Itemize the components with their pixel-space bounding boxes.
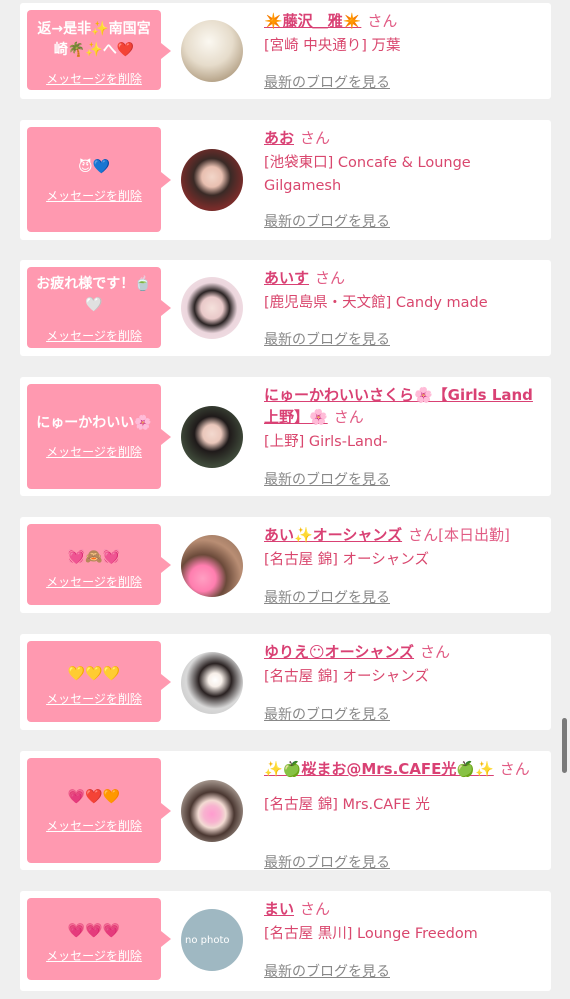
latest-blog-link[interactable]: 最新のブログを見る bbox=[264, 961, 390, 981]
delete-message-link[interactable]: メッセージを削除 bbox=[31, 574, 157, 590]
profile-info: あいす さん [鹿児島県・天文館] Candy made 最新のブログを見る bbox=[264, 267, 543, 348]
profile-info: あい✨オーシャンズ さん[本日出勤] [名古屋 錦] オーシャンズ 最新のブログを… bbox=[264, 524, 543, 606]
shop-name: [池袋東口] Concafe & Lounge Gilgamesh bbox=[264, 155, 471, 194]
cast-name-link[interactable]: あお bbox=[264, 129, 294, 147]
shop-name: [名古屋 錦] Mrs.CAFE 光 bbox=[264, 797, 430, 813]
no-photo-avatar[interactable]: no photo bbox=[181, 909, 243, 971]
message-text: 💗❤️🧡 bbox=[67, 788, 121, 805]
message-bubble: 💛💛💛 メッセージを削除 bbox=[27, 641, 161, 722]
delete-message-link[interactable]: メッセージを削除 bbox=[31, 691, 157, 707]
message-text: 💛💛💛 bbox=[67, 665, 121, 682]
delete-message-link[interactable]: メッセージを削除 bbox=[31, 328, 157, 344]
cast-name-link[interactable]: あい✨オーシャンズ bbox=[264, 526, 402, 544]
bubble-tail bbox=[161, 557, 171, 573]
message-bubble: 返→是非✨南国宮崎🌴✨へ❤️ メッセージを削除 bbox=[27, 10, 161, 90]
message-card: お疲れ様です！🍵🤍 メッセージを削除 あいす さん [鹿児島県・天文館] Cand… bbox=[20, 260, 551, 356]
profile-info: にゅーかわいいさくら🌸【Girls Land上野】🌸 さん [上野] Girls-… bbox=[264, 384, 543, 488]
scrollbar[interactable] bbox=[562, 718, 567, 773]
delete-message-link[interactable]: メッセージを削除 bbox=[31, 444, 157, 460]
delete-message-link[interactable]: メッセージを削除 bbox=[31, 818, 157, 834]
girl-photo-avatar[interactable] bbox=[181, 149, 243, 211]
girl-photo-avatar[interactable] bbox=[181, 780, 243, 842]
message-bubble: 💗❤️🧡 メッセージを削除 bbox=[27, 758, 161, 863]
blurred-photo-avatar[interactable] bbox=[181, 20, 243, 82]
message-card: 💗💗💗 メッセージを削除 no photo まい さん [名古屋 黒川] Loun… bbox=[20, 891, 551, 991]
shop-name: [名古屋 錦] オーシャンズ bbox=[264, 669, 429, 685]
cast-name-link[interactable]: ✴️藤沢＿雅✴️ bbox=[264, 12, 361, 30]
cast-name-link[interactable]: あいす bbox=[264, 269, 309, 287]
bubble-tail bbox=[161, 931, 171, 947]
latest-blog-link[interactable]: 最新のブログを見る bbox=[264, 469, 390, 489]
girl-photo-avatar[interactable] bbox=[181, 535, 243, 597]
message-card: 返→是非✨南国宮崎🌴✨へ❤️ メッセージを削除 ✴️藤沢＿雅✴️ さん [宮崎 中… bbox=[20, 3, 551, 99]
message-card: にゅーかわいい🌸 メッセージを削除 にゅーかわいいさくら🌸【Girls Land… bbox=[20, 377, 551, 496]
message-text: 💗💗💗 bbox=[67, 922, 121, 939]
profile-info: ゆりえ😶オーシャンズ さん [名古屋 錦] オーシャンズ 最新のブログを見る bbox=[264, 641, 543, 723]
shop-name: [宮崎 中央通り] 万葉 bbox=[264, 38, 401, 54]
honorific: さん bbox=[315, 269, 346, 287]
message-card: 😈💙 メッセージを削除 あお さん [池袋東口] Concafe & Lounge… bbox=[20, 120, 551, 240]
profile-info: ✴️藤沢＿雅✴️ さん [宮崎 中央通り] 万葉 最新のブログを見る bbox=[264, 10, 543, 91]
latest-blog-link[interactable]: 最新のブログを見る bbox=[264, 329, 390, 349]
latest-blog-link[interactable]: 最新のブログを見る bbox=[264, 587, 390, 607]
latest-blog-link[interactable]: 最新のブログを見る bbox=[264, 852, 390, 872]
message-text: 😈💙 bbox=[77, 158, 111, 175]
shop-name: [名古屋 錦] オーシャンズ bbox=[264, 552, 429, 568]
message-text: お疲れ様です！🍵🤍 bbox=[36, 276, 152, 313]
honorific: さん bbox=[408, 526, 439, 544]
message-card: 💗❤️🧡 メッセージを削除 ✨🍏桜まお@Mrs.CAFE光🍏✨ さん [名古屋 錦… bbox=[20, 751, 551, 871]
no-photo-label: no photo bbox=[185, 934, 230, 946]
message-card: 💛💛💛 メッセージを削除 ゆりえ😶オーシャンズ さん [名古屋 錦] オーシャンズ… bbox=[20, 634, 551, 730]
bubble-tail bbox=[161, 300, 171, 316]
shop-name: [上野] Girls-Land- bbox=[264, 434, 388, 450]
shop-name: [名古屋 黒川] Lounge Freedom bbox=[264, 926, 478, 942]
cast-name-link[interactable]: にゅーかわいいさくら🌸【Girls Land上野】🌸 bbox=[264, 386, 533, 426]
bubble-tail bbox=[161, 172, 171, 188]
honorific: さん bbox=[367, 12, 398, 30]
bubble-tail bbox=[161, 803, 171, 819]
message-bubble: お疲れ様です！🍵🤍 メッセージを削除 bbox=[27, 267, 161, 348]
honorific: さん bbox=[333, 408, 364, 426]
profile-info: ✨🍏桜まお@Mrs.CAFE光🍏✨ さん [名古屋 錦] Mrs.CAFE 光 最… bbox=[264, 758, 543, 871]
cast-name-link[interactable]: ゆりえ😶オーシャンズ bbox=[264, 643, 414, 661]
girl-photo-avatar[interactable] bbox=[181, 277, 243, 339]
latest-blog-link[interactable]: 最新のブログを見る bbox=[264, 211, 390, 231]
message-bubble: 💓🙈💓 メッセージを削除 bbox=[27, 524, 161, 605]
bubble-tail bbox=[161, 674, 171, 690]
latest-blog-link[interactable]: 最新のブログを見る bbox=[264, 72, 390, 92]
message-card: 💓🙈💓 メッセージを削除 あい✨オーシャンズ さん[本日出勤] [名古屋 錦] オ… bbox=[20, 517, 551, 613]
message-text: にゅーかわいい🌸 bbox=[36, 414, 152, 431]
message-text: 返→是非✨南国宮崎🌴✨へ❤️ bbox=[37, 21, 151, 58]
status-tag: [本日出勤] bbox=[438, 526, 510, 544]
girl-photo-avatar[interactable] bbox=[181, 406, 243, 468]
message-bubble: 😈💙 メッセージを削除 bbox=[27, 127, 161, 232]
honorific: さん bbox=[300, 900, 331, 918]
bubble-tail bbox=[161, 429, 171, 445]
latest-blog-link[interactable]: 最新のブログを見る bbox=[264, 704, 390, 724]
delete-message-link[interactable]: メッセージを削除 bbox=[31, 948, 157, 964]
cast-name-link[interactable]: ✨🍏桜まお@Mrs.CAFE光🍏✨ bbox=[264, 760, 494, 778]
delete-message-link[interactable]: メッセージを削除 bbox=[31, 188, 157, 204]
honorific: さん bbox=[300, 129, 331, 147]
profile-info: あお さん [池袋東口] Concafe & Lounge Gilgamesh 最… bbox=[264, 127, 543, 230]
message-text: 💓🙈💓 bbox=[67, 548, 121, 565]
honorific: さん bbox=[420, 643, 451, 661]
shop-name: [鹿児島県・天文館] Candy made bbox=[264, 295, 488, 311]
honorific: さん bbox=[499, 760, 530, 778]
delete-message-link[interactable]: メッセージを削除 bbox=[31, 71, 157, 87]
profile-info: まい さん [名古屋 黒川] Lounge Freedom 最新のブログを見る bbox=[264, 898, 543, 980]
message-bubble: 💗💗💗 メッセージを削除 bbox=[27, 898, 161, 980]
message-bubble: にゅーかわいい🌸 メッセージを削除 bbox=[27, 384, 161, 489]
girl-photo-avatar[interactable] bbox=[181, 652, 243, 714]
cast-name-link[interactable]: まい bbox=[264, 900, 294, 918]
bubble-tail bbox=[161, 43, 171, 59]
